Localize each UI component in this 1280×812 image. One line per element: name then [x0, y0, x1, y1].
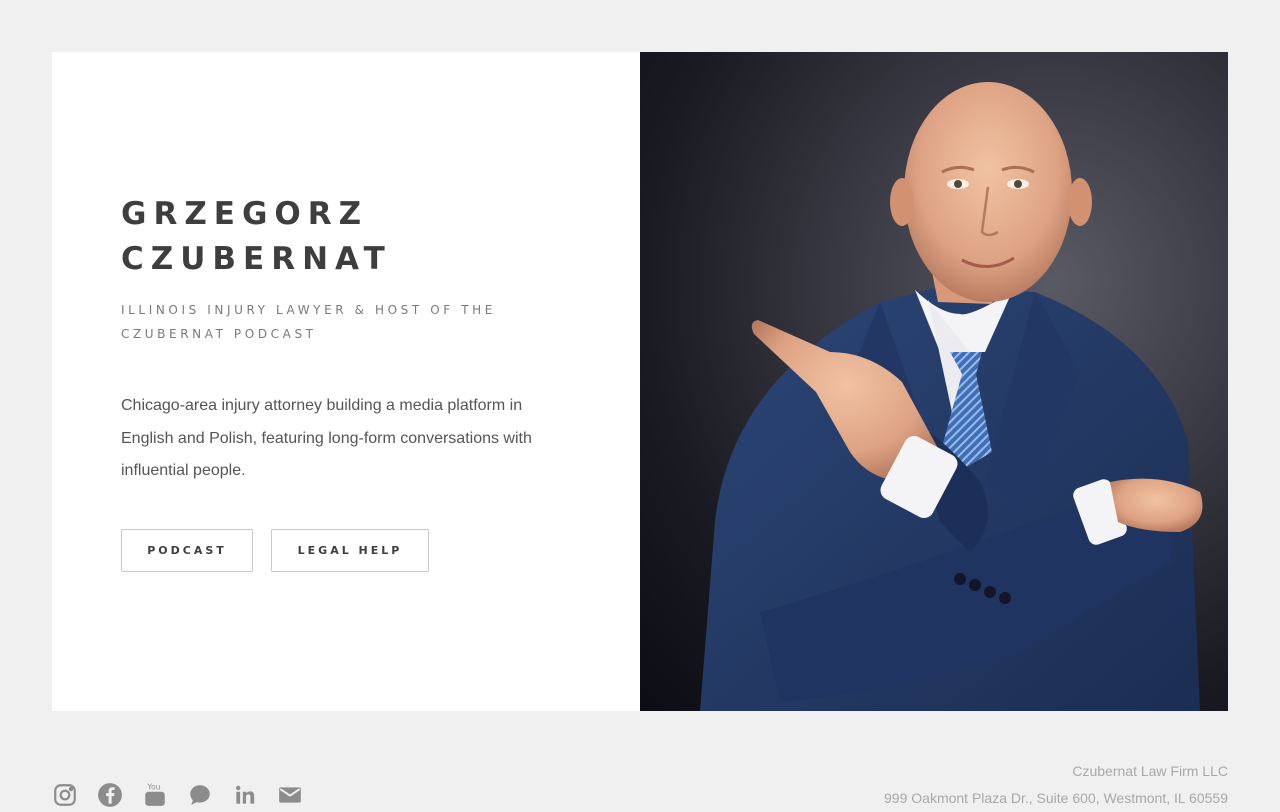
name-last: CZUBERNAT	[121, 241, 392, 277]
footer-address: Czubernat Law Firm LLC 999 Oakmont Plaza…	[884, 758, 1228, 812]
name-first: GRZEGORZ	[121, 196, 369, 232]
chat-icon[interactable]	[187, 782, 213, 808]
hero-subtitle: ILLINOIS INJURY LAWYER & HOST OF THE CZU…	[121, 303, 496, 341]
podcast-button[interactable]: PODCAST	[121, 529, 253, 572]
legal-help-button[interactable]: LEGAL HELP	[271, 529, 429, 572]
youtube-icon[interactable]: You	[142, 782, 168, 808]
facebook-icon[interactable]	[97, 782, 123, 808]
hero-card: GRZEGORZ CZUBERNAT ILLINOIS INJURY LAWYE…	[52, 52, 1228, 711]
portrait-photo	[700, 82, 1203, 711]
hero-bio: Chicago-area injury attorney building a …	[121, 397, 532, 479]
hero-text-panel: GRZEGORZ CZUBERNAT ILLINOIS INJURY LAWYE…	[52, 52, 640, 711]
portrait-panel	[640, 52, 1228, 711]
svg-text:You: You	[146, 783, 160, 792]
social-links: You	[52, 782, 303, 808]
linkedin-icon[interactable]	[232, 782, 258, 808]
instagram-icon[interactable]	[52, 782, 78, 808]
firm-name: Czubernat Law Firm LLC	[1072, 763, 1228, 779]
page-title: GRZEGORZ CZUBERNAT	[121, 192, 392, 282]
mail-icon[interactable]	[277, 782, 303, 808]
address-line: 999 Oakmont Plaza Dr., Suite 600, Westmo…	[884, 790, 1228, 806]
